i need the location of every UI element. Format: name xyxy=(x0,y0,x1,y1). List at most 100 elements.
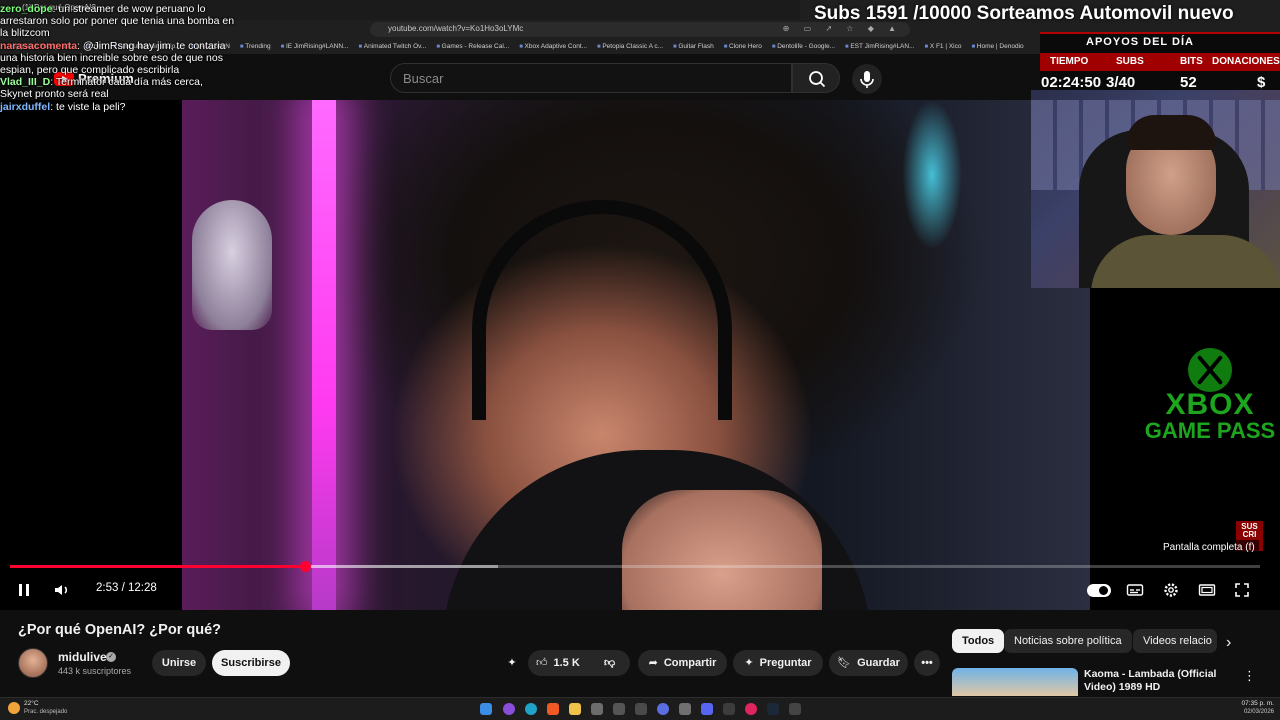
time-current: 2:53 xyxy=(96,582,119,594)
steam-icon[interactable] xyxy=(767,703,779,715)
chat-text: un streamer de wow peruano lo xyxy=(58,3,206,15)
gear-icon xyxy=(1164,583,1178,597)
stat-label-bits: BITS xyxy=(1180,56,1203,67)
autoplay-toggle[interactable] xyxy=(1087,584,1111,597)
subs-goal-banner: Subs 1591 /10000 Sorteamos Automovil nue… xyxy=(814,3,1234,24)
cyan-glow xyxy=(902,100,962,250)
address-bar-icons[interactable]: ⊕ ▭ ↗ ☆ ◆ ▲ xyxy=(783,24,902,33)
settings-button[interactable] xyxy=(1161,580,1181,600)
bookmark-item[interactable]: IE JimRising#LANN... xyxy=(281,40,349,54)
more-actions-button[interactable]: ••• xyxy=(914,650,940,676)
bookmark-item[interactable]: Games - Release Cal... xyxy=(436,40,510,54)
progress-bar[interactable] xyxy=(10,561,1260,572)
chat-message: espian, pero que complicado escribirla xyxy=(0,65,179,76)
start-menu-icon[interactable] xyxy=(480,703,492,715)
bookmark-item[interactable]: Xbox Adaptive Cont... xyxy=(519,40,588,54)
stat-value-bits: 52 xyxy=(1180,74,1197,91)
channel-avatar[interactable] xyxy=(18,648,48,678)
theater-mode-button[interactable] xyxy=(1197,580,1217,600)
dislike-button[interactable]: 👎︎ xyxy=(604,650,615,676)
video-frame[interactable] xyxy=(182,100,1090,610)
more-vertical-icon[interactable]: ⋮ xyxy=(1243,668,1256,684)
volume-button[interactable] xyxy=(52,580,72,600)
edge-icon[interactable] xyxy=(525,703,537,715)
bookmark-item[interactable]: Petopia Classic A c... xyxy=(597,40,663,54)
share-label: Compartir xyxy=(663,657,717,669)
bookmark-item[interactable]: Home | Denodio xyxy=(971,40,1024,54)
bookmark-item[interactable]: Clone Hero xyxy=(724,40,762,54)
chip-related-videos[interactable]: Videos relacio xyxy=(1133,629,1217,653)
volume-icon xyxy=(55,585,68,595)
chat-username: jairxduffel xyxy=(0,100,51,113)
chip-politics-news[interactable]: Noticias sobre política xyxy=(1004,629,1132,653)
chat-message: una historia bien increible sobre eso de… xyxy=(0,51,223,64)
taskbar-clock[interactable]: 07:35 p. m. xyxy=(1240,700,1274,707)
chip-all[interactable]: Todos xyxy=(952,629,1005,653)
chevron-right-icon[interactable]: › xyxy=(1226,634,1231,652)
brave-icon[interactable] xyxy=(547,703,559,715)
stat-label-time: TIEMPO xyxy=(1050,56,1089,67)
channel-name[interactable]: midulive xyxy=(58,650,107,664)
chat-text: te viste la peli? xyxy=(56,100,126,113)
chat-text: una historia bien increible sobre eso de… xyxy=(0,51,223,64)
stat-value-donations: $ xyxy=(1257,74,1266,91)
chat-username: zero_dope xyxy=(0,3,53,15)
bookmark-item[interactable]: Guitar Flash xyxy=(673,40,713,54)
join-button[interactable]: Unirse xyxy=(152,650,206,676)
share-button[interactable]: ➦ Compartir xyxy=(638,650,727,676)
settings-app-icon[interactable] xyxy=(679,703,691,715)
fullscreen-tooltip: Pantalla completa (f) xyxy=(1159,540,1259,555)
app-icon-5[interactable] xyxy=(723,703,735,715)
chat-message: arrestaron solo por poner que tenia una … xyxy=(0,16,234,27)
subtitles-button[interactable] xyxy=(1125,580,1145,600)
xbox-wordmark: XBOX xyxy=(1165,388,1255,421)
search-button[interactable] xyxy=(792,63,840,93)
app-icon-3[interactable] xyxy=(635,703,647,715)
bookmark-item[interactable]: Dentolife - Google... xyxy=(772,40,835,54)
app-icon-2[interactable] xyxy=(613,703,625,715)
voice-search-button[interactable] xyxy=(852,64,882,94)
app-icon-7[interactable] xyxy=(789,703,801,715)
app-icon-1[interactable] xyxy=(591,703,603,715)
cat-figure xyxy=(192,200,272,330)
windows-taskbar: 22°C Prac. despejado 07:35 p. m. 02/03/2… xyxy=(0,697,1280,720)
save-button[interactable]: 🔖︎ Guardar xyxy=(829,650,908,676)
bookmark-item[interactable]: EST JimRising#LAN... xyxy=(845,40,914,54)
app-icon-4[interactable] xyxy=(657,703,669,715)
search-placeholder: Buscar xyxy=(403,71,444,86)
stat-label-subs: SUBS xyxy=(1116,56,1144,67)
recommended-title[interactable]: Kaoma - Lambada (Official Video) 1989 HD xyxy=(1084,668,1234,694)
sparkle-ask-icon: ✦ xyxy=(744,657,754,669)
stat-labels-row: TIEMPO SUBS BITS DONACIONES xyxy=(1040,53,1280,71)
facecam-hair xyxy=(1126,115,1216,150)
discord-icon[interactable] xyxy=(701,703,713,715)
ask-button[interactable]: ✦ Preguntar xyxy=(733,650,823,676)
url-text[interactable]: youtube.com/watch?v=Ko1Ho3oLYMc xyxy=(388,24,523,33)
subscribe-button[interactable]: Suscribirse xyxy=(212,650,290,676)
chat-text: Terminator cada día más cerca, xyxy=(55,76,203,89)
chat-text: la blitzcom xyxy=(0,27,50,40)
bookmark-item[interactable]: Animated Twitch Ov... xyxy=(358,40,427,54)
taskbar-date[interactable]: 02/03/2026 xyxy=(1240,709,1274,715)
weather-icon[interactable] xyxy=(8,702,20,714)
ai-summary-button[interactable]: ✦ xyxy=(503,650,521,676)
thumbs-down-icon: 👎︎ xyxy=(604,657,616,669)
chat-message: jairxduffel: te viste la peli? xyxy=(0,100,126,113)
fullscreen-button[interactable] xyxy=(1232,580,1252,600)
progress-scrubber[interactable] xyxy=(300,561,311,572)
like-button[interactable]: 👍︎ 1.5 K xyxy=(536,650,580,676)
copilot-icon[interactable] xyxy=(503,703,515,715)
app-icon-6[interactable] xyxy=(745,703,757,715)
bookmark-item[interactable]: Trending xyxy=(240,40,270,54)
recommended-thumbnail[interactable] xyxy=(952,668,1078,696)
time-display: 2:53 / 12:28 xyxy=(96,582,157,594)
sparkle-icon: ✦ xyxy=(507,657,517,669)
theater-icon xyxy=(1198,584,1216,596)
search-input[interactable]: Buscar xyxy=(390,63,792,93)
streamer-hand xyxy=(622,490,822,610)
pause-button[interactable] xyxy=(14,580,34,600)
file-explorer-icon[interactable] xyxy=(569,703,581,715)
bookmark-item[interactable]: X F1 | Xico xyxy=(925,40,962,54)
game-pass-wordmark: GAME PASS xyxy=(1144,418,1276,443)
like-count: 1.5 K xyxy=(553,657,580,669)
